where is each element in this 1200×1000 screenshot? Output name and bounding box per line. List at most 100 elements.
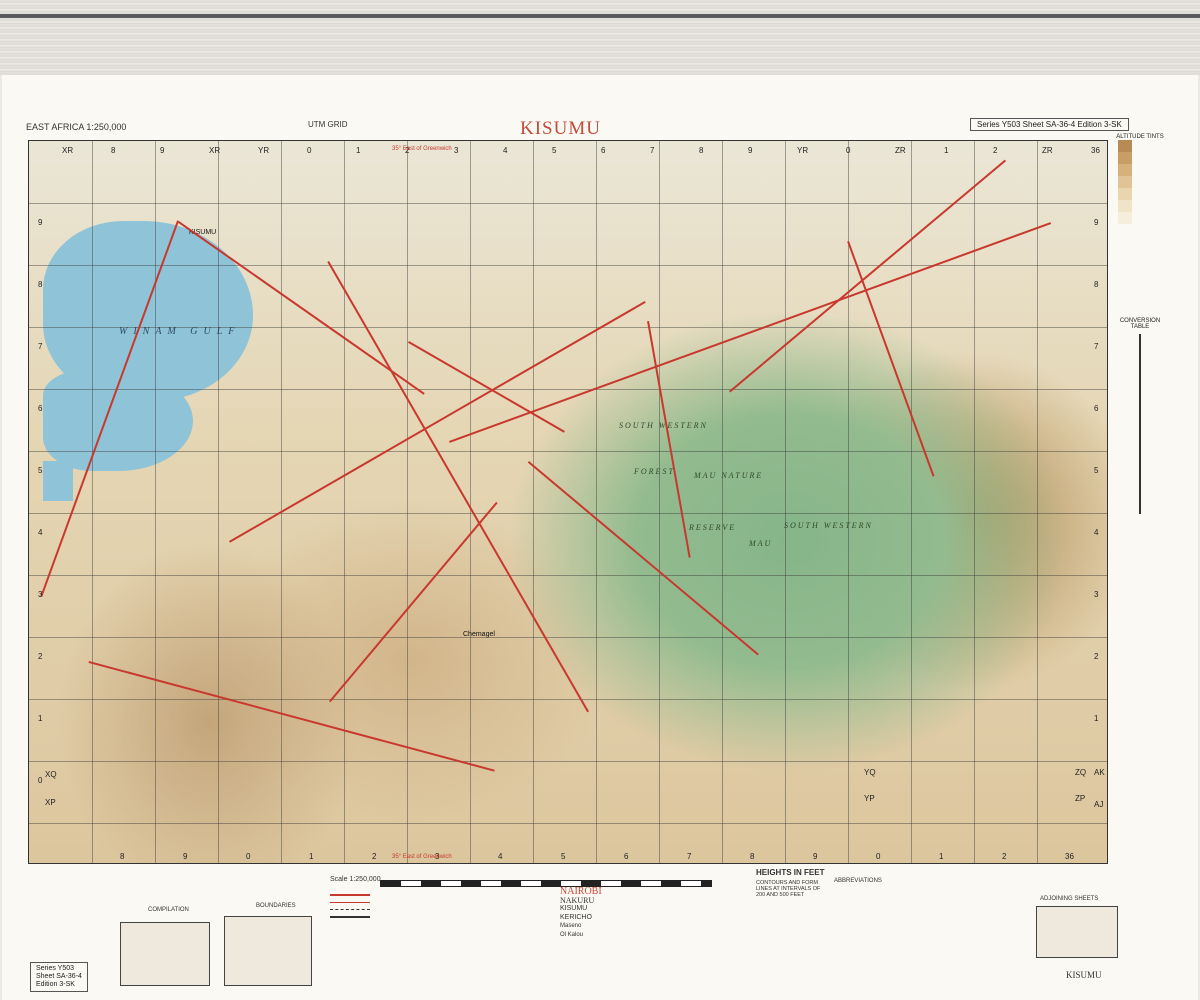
grid-ref-right: 4 [1094, 528, 1099, 537]
grid-ref-bottom: 1 [309, 852, 314, 861]
grid-line-vertical [533, 141, 534, 863]
grid-code: YQ [864, 768, 876, 777]
grid-ref-top: 1 [944, 146, 949, 155]
town-sample-5: Maseno [560, 923, 582, 929]
grid-line-horizontal [29, 327, 1107, 328]
compilation-diagram [120, 922, 210, 986]
grid-ref-left: 5 [38, 466, 43, 475]
grid-ref-top: 9 [748, 146, 753, 155]
grid-line-horizontal [29, 513, 1107, 514]
grid-code: AJ [1094, 800, 1104, 809]
grid-ref-right: 2 [1094, 652, 1099, 661]
grid-line-horizontal [29, 761, 1107, 762]
grid-ref-top: 4 [503, 146, 508, 155]
grid-ref-left: 1 [38, 714, 43, 723]
town-sample-2: NAKURU [560, 895, 595, 905]
grid-code: YP [864, 794, 875, 803]
tint-swatch [1118, 140, 1132, 152]
grid-line-horizontal [29, 637, 1107, 638]
grid-ref-top: 0 [846, 146, 851, 155]
corner-edition: Edition 3-SK [36, 981, 75, 988]
boundaries-title: BOUNDARIES [256, 903, 296, 909]
grid-line-horizontal [29, 203, 1107, 204]
grid-ref-left: 9 [38, 218, 43, 227]
grid-line-vertical [155, 141, 156, 863]
grid-line-vertical [281, 141, 282, 863]
grid-ref-right: 6 [1094, 404, 1099, 413]
forest-label-3: RESERVE [689, 523, 737, 532]
tint-scale [1112, 140, 1168, 224]
conversion-table: CONVERSION TABLE [1112, 318, 1168, 514]
compilation-title: COMPILATION [148, 907, 189, 913]
map-frame[interactable]: WINAM GULF KISUMU Chemagel SOUTH WESTERN… [28, 140, 1108, 864]
series-scale-label: EAST AFRICA 1:250,000 [26, 122, 127, 132]
scale-label: Scale 1:250,000 [330, 876, 381, 883]
series-corner-box: Series Y503 Sheet SA-36-4 Edition 3-SK [30, 962, 88, 992]
grid-ref-top: 3 [454, 146, 459, 155]
grid-ref-bottom: 5 [561, 852, 566, 861]
grid-ref-top: 5 [552, 146, 557, 155]
grid-ref-top: 9 [160, 146, 165, 155]
grid-ref-top: 36 [1091, 146, 1100, 155]
altitude-title: ALTITUDE TINTS [1116, 134, 1164, 140]
grid-code: XQ [45, 770, 57, 779]
grid-ref-top: 2 [993, 146, 998, 155]
adjoining-title: ADJOINING SHEETS [1040, 896, 1099, 902]
grid-ref-right: 5 [1094, 466, 1099, 475]
grid-ref-top: YR [797, 146, 809, 155]
road [408, 341, 565, 433]
grid-ref-top: 8 [111, 146, 116, 155]
grid-ref-bottom: 7 [687, 852, 692, 861]
grid-ref-bottom: 36 [1065, 852, 1074, 861]
grid-line-vertical [470, 141, 471, 863]
grid-ref-bottom: 9 [813, 852, 818, 861]
grid-ref-left: 0 [38, 776, 43, 785]
series-box: Series Y503 Sheet SA-36-4 Edition 3-SK [970, 118, 1129, 131]
grid-ref-right: 7 [1094, 342, 1099, 351]
grid-code: AK [1094, 768, 1105, 777]
forest-label-5: SOUTH WESTERN [784, 521, 873, 530]
grid-ref-left: 4 [38, 528, 43, 537]
grid-ref-top: 6 [601, 146, 606, 155]
altitude-tints: ALTITUDE TINTS [1112, 134, 1168, 224]
grid-ref-right: 1 [1094, 714, 1099, 723]
grid-code: XP [45, 798, 56, 807]
road-symbol-1 [330, 894, 370, 896]
conversion-title: CONVERSION TABLE [1119, 318, 1161, 330]
grid-ref-bottom: 9 [183, 852, 188, 861]
adjoining-sheets-diagram [1036, 906, 1118, 958]
grid-line-vertical [92, 141, 93, 863]
page-title: KISUMU [520, 118, 601, 139]
grid-line-horizontal [29, 823, 1107, 824]
corner-series: Series Y503 [36, 965, 75, 972]
lake-edge [43, 461, 73, 501]
grid-ref-right: 3 [1094, 590, 1099, 599]
grid-ref-left: 7 [38, 342, 43, 351]
grid-ref-left: 6 [38, 404, 43, 413]
forest-label-1: SOUTH WESTERN [619, 421, 708, 430]
tint-swatch [1118, 212, 1132, 224]
road [88, 661, 495, 772]
grid-ref-bottom: 4 [498, 852, 503, 861]
grid-ref-top: YR [258, 146, 270, 155]
forest-label-6: MAU [749, 539, 773, 548]
grid-ref-right: 9 [1094, 218, 1099, 227]
tint-swatch [1118, 188, 1132, 200]
corner-sheet: Sheet SA-36-4 [36, 973, 82, 980]
meridian-bottom: 35° East of Greenwich [392, 854, 452, 860]
grid-ref-top: XR [62, 146, 74, 155]
legend-towns: NAIROBI NAKURU KISUMU KERICHO Maseno Ol … [560, 887, 640, 939]
grid-line-vertical [785, 141, 786, 863]
grid-ref-bottom: 8 [750, 852, 755, 861]
grid-ref-bottom: 1 [939, 852, 944, 861]
road [329, 501, 498, 703]
grid-ref-bottom: 0 [876, 852, 881, 861]
tint-swatch [1118, 176, 1132, 188]
forest-label-2: MAU NATURE [694, 471, 764, 480]
grid-line-vertical [659, 141, 660, 863]
road-symbol-2 [330, 902, 370, 903]
legend-roads [330, 888, 420, 924]
town-sample-3: KISUMU [560, 905, 588, 912]
scale-bar [380, 880, 712, 887]
grid-ref-bottom: 2 [1002, 852, 1007, 861]
